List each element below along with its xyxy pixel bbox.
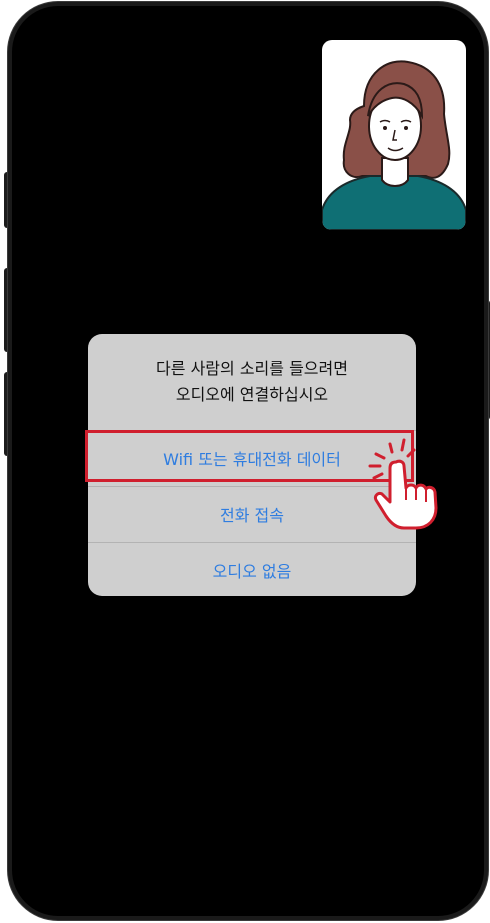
volume-up-button bbox=[4, 268, 12, 352]
dialog-title-line-2: 오디오에 연결하십시오 bbox=[175, 385, 329, 404]
no-audio-option-label: 오디오 없음 bbox=[212, 562, 292, 581]
person-avatar-icon bbox=[322, 60, 466, 230]
dialog-title: 다른 사람의 소리를 들으려면 오디오에 연결하십시오 bbox=[88, 356, 416, 408]
dialog-title-line-1: 다른 사람의 소리를 들으려면 bbox=[156, 359, 348, 378]
hand-pointer-icon bbox=[368, 438, 438, 530]
volume-down-button bbox=[4, 372, 12, 456]
power-button bbox=[484, 300, 490, 420]
divider bbox=[88, 542, 416, 543]
no-audio-option-button[interactable]: 오디오 없음 bbox=[88, 544, 416, 596]
mute-switch bbox=[4, 172, 12, 228]
participant-video-tile[interactable] bbox=[322, 40, 466, 230]
dial-in-option-label: 전화 접속 bbox=[220, 506, 284, 525]
